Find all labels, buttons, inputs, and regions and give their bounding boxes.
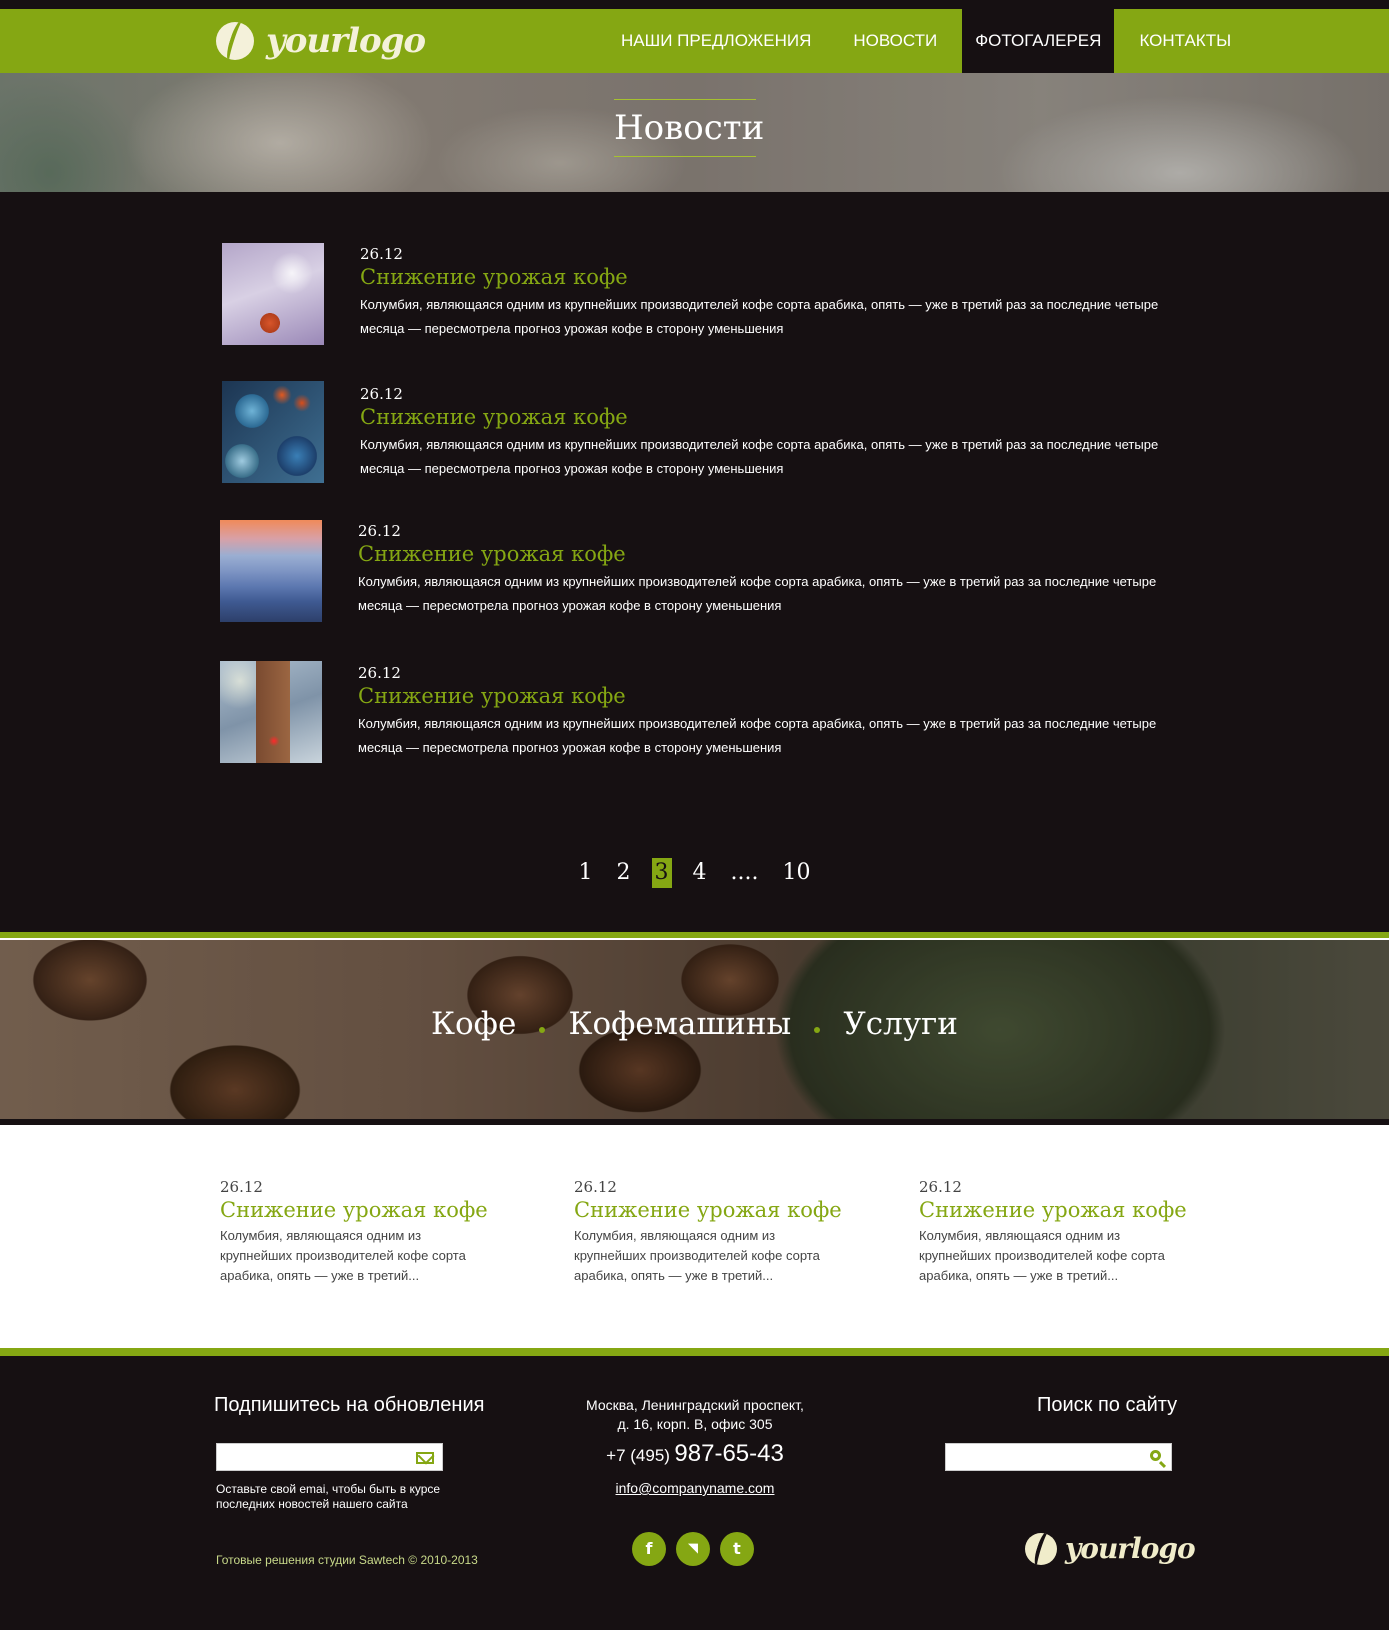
category-links: Кофе Кофемашины Услуги xyxy=(0,1006,1389,1042)
header-logo[interactable]: yourlogo xyxy=(216,21,426,61)
subscribe-note: Оставьте свой emai, чтобы быть в курсе п… xyxy=(216,1482,440,1512)
phone-code: +7 (495) xyxy=(606,1446,670,1465)
subscribe-note-line: Оставьте свой emai, чтобы быть в курсе xyxy=(216,1482,441,1496)
footer-top-line xyxy=(0,1348,1389,1356)
category-link-services[interactable]: Услуги xyxy=(843,1006,958,1042)
rss-icon[interactable]: ◥ xyxy=(676,1532,710,1566)
news-thumbnail[interactable] xyxy=(220,661,322,763)
search-heading: Поиск по сайту xyxy=(1037,1394,1178,1416)
top-strip xyxy=(0,0,1389,9)
news-excerpt: Колумбия, являющаяся одним из крупнейших… xyxy=(574,1228,820,1283)
page-link-last[interactable]: 10 xyxy=(779,858,813,888)
news-card[interactable]: 26.12 Снижение урожая кофе Колумбия, явл… xyxy=(574,1178,844,1286)
copyright: Готовые решения студии Sawtech © 2010-20… xyxy=(216,1553,478,1567)
news-date: 26.12 xyxy=(220,1178,263,1196)
news-title[interactable]: Снижение урожая кофе xyxy=(220,1198,490,1222)
hero-title-block: Новости xyxy=(614,99,765,157)
page-link[interactable]: 1 xyxy=(576,858,596,888)
facebook-icon[interactable]: f xyxy=(632,1532,666,1566)
divider-line xyxy=(0,932,1389,938)
phone-number: 987-65-43 xyxy=(674,1440,784,1467)
news-item[interactable]: 26.12 Снижение урожая кофе Колумбия, явл… xyxy=(0,243,1389,353)
contact-email-link[interactable]: info@companyname.com xyxy=(560,1480,830,1496)
logo-text: yourlogo xyxy=(266,21,426,61)
news-date: 26.12 xyxy=(919,1178,962,1196)
twitter-icon[interactable]: t xyxy=(720,1532,754,1566)
news-excerpt: Колумбия, являющаяся одним из крупнейших… xyxy=(358,574,1157,613)
news-excerpt: Колумбия, являющаяся одним из крупнейших… xyxy=(220,1228,466,1283)
news-thumbnail[interactable] xyxy=(222,381,324,483)
subscribe-note-line: последних новостей нашего сайта xyxy=(216,1497,408,1511)
hero-divider-bottom xyxy=(614,156,756,157)
header-bar: yourlogo НАШИ ПРЕДЛОЖЕНИЯ НОВОСТИ ФОТОГА… xyxy=(0,9,1389,81)
page-link[interactable]: 4 xyxy=(690,858,710,888)
news-thumbnail[interactable] xyxy=(220,520,322,622)
news-excerpt: Колумбия, являющаяся одним из крупнейших… xyxy=(919,1228,1165,1283)
news-card[interactable]: 26.12 Снижение урожая кофе Колумбия, явл… xyxy=(220,1178,490,1286)
coffee-bean-icon xyxy=(1025,1532,1057,1565)
site-search-input[interactable] xyxy=(946,1444,1171,1470)
news-date: 26.12 xyxy=(360,245,403,263)
news-title[interactable]: Снижение урожая кофе xyxy=(574,1198,844,1222)
news-date: 26.12 xyxy=(358,522,401,540)
page-ellipsis: .... xyxy=(730,860,759,885)
news-date: 26.12 xyxy=(360,385,403,403)
pagination: 1 2 3 4 .... 10 xyxy=(0,858,1389,888)
subscribe-heading: Подпишитесь на обновления xyxy=(214,1394,485,1416)
logo-text: yourlogo xyxy=(1065,1532,1196,1565)
news-excerpt: Колумбия, являющаяся одним из крупнейших… xyxy=(358,716,1157,755)
news-date: 26.12 xyxy=(358,664,401,682)
page-link[interactable]: 2 xyxy=(614,858,634,888)
nav-item-news[interactable]: НОВОСТИ xyxy=(832,9,958,73)
news-list: 26.12 Снижение урожая кофе Колумбия, явл… xyxy=(0,192,1389,932)
contact-phone: +7 (495) 987-65-43 xyxy=(560,1440,830,1468)
news-item[interactable]: 26.12 Снижение урожая кофе Колумбия, явл… xyxy=(0,520,1389,630)
address-line: д. 16, корп. В, офис 305 xyxy=(617,1416,773,1432)
separator-dot xyxy=(539,1026,546,1033)
search-icon[interactable] xyxy=(1150,1450,1161,1461)
page-link-current[interactable]: 3 xyxy=(651,858,672,888)
news-title[interactable]: Снижение урожая кофе xyxy=(360,265,628,289)
subscribe-field-wrap xyxy=(216,1443,443,1471)
page-title: Новости xyxy=(614,108,765,148)
footer: Подпишитесь на обновления Оставьте свой … xyxy=(0,1356,1389,1630)
nav-item-offers[interactable]: НАШИ ПРЕДЛОЖЕНИЯ xyxy=(600,9,832,73)
envelope-icon[interactable] xyxy=(416,1452,434,1464)
news-date: 26.12 xyxy=(574,1178,617,1196)
news-title[interactable]: Снижение урожая кофе xyxy=(919,1198,1189,1222)
contact-address: Москва, Ленинградский проспект, д. 16, к… xyxy=(560,1396,830,1434)
category-banner: Кофе Кофемашины Услуги xyxy=(0,940,1389,1119)
news-columns: 26.12 Снижение урожая кофе Колумбия, явл… xyxy=(0,1125,1389,1348)
news-title[interactable]: Снижение урожая кофе xyxy=(358,542,626,566)
category-link-machines[interactable]: Кофемашины xyxy=(568,1006,791,1042)
main-nav: НАШИ ПРЕДЛОЖЕНИЯ НОВОСТИ ФОТОГАЛЕРЕЯ КОН… xyxy=(600,9,1252,81)
news-title[interactable]: Снижение урожая кофе xyxy=(360,405,628,429)
nav-item-contacts[interactable]: КОНТАКТЫ xyxy=(1118,9,1252,73)
news-excerpt: Колумбия, являющаяся одним из крупнейших… xyxy=(360,297,1159,336)
news-excerpt: Колумбия, являющаяся одним из крупнейших… xyxy=(360,437,1159,476)
news-card[interactable]: 26.12 Снижение урожая кофе Колумбия, явл… xyxy=(919,1178,1189,1286)
hero-banner: Новости xyxy=(0,73,1389,192)
subscribe-email-input[interactable] xyxy=(217,1444,442,1470)
separator-dot xyxy=(814,1026,821,1033)
footer-logo[interactable]: yourlogo xyxy=(1025,1532,1196,1565)
coffee-bean-icon xyxy=(216,22,254,60)
news-item[interactable]: 26.12 Снижение урожая кофе Колумбия, явл… xyxy=(0,381,1389,491)
news-thumbnail[interactable] xyxy=(222,243,324,345)
category-link-coffee[interactable]: Кофе xyxy=(431,1006,516,1042)
nav-item-gallery[interactable]: ФОТОГАЛЕРЕЯ xyxy=(962,9,1115,81)
address-line: Москва, Ленинградский проспект, xyxy=(586,1397,804,1413)
search-field-wrap xyxy=(945,1443,1172,1471)
news-title[interactable]: Снижение урожая кофе xyxy=(358,684,626,708)
news-item[interactable]: 26.12 Снижение урожая кофе Колумбия, явл… xyxy=(0,661,1389,771)
